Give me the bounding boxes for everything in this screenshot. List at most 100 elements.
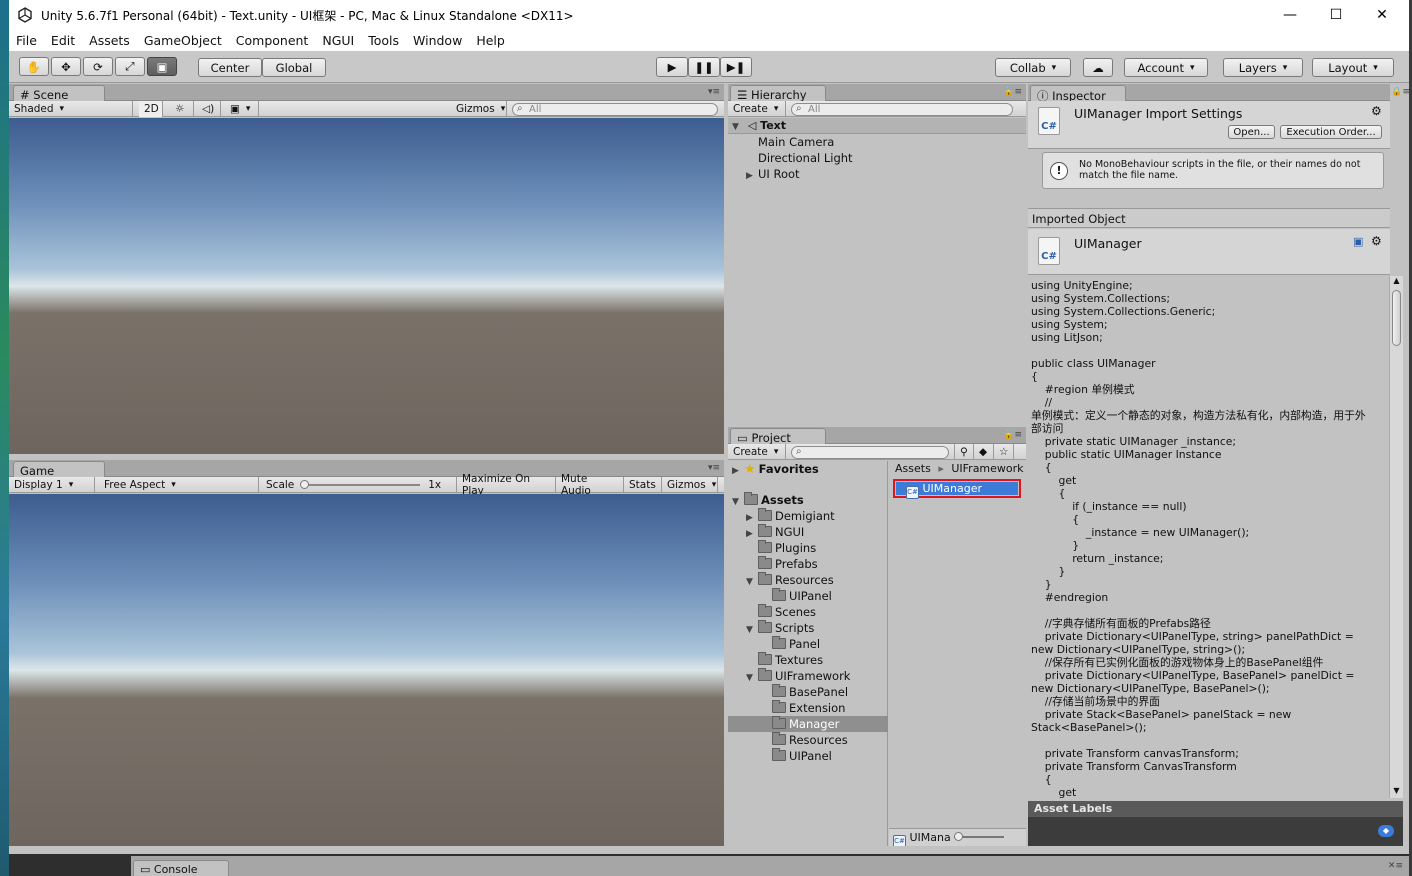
folder-item[interactable]: Panel [772, 636, 820, 652]
tab-console[interactable]: ▭ Console [133, 860, 229, 876]
pivot-center-button[interactable]: Center [198, 58, 262, 77]
expand-arrow-icon[interactable]: ▶ [746, 168, 758, 184]
audio-toggle[interactable]: ◁) [197, 101, 221, 117]
pause-button[interactable]: ❚❚ [688, 57, 720, 77]
aspect-dropdown[interactable]: Free Aspect [99, 477, 259, 493]
folder-item[interactable]: Extension [772, 700, 845, 716]
folder-item[interactable]: Scenes [746, 604, 816, 620]
pivot-global-button[interactable]: Global [262, 58, 326, 77]
scene-header[interactable]: ▼ ◁ Text [728, 118, 1026, 134]
folder-item[interactable]: ▼ UIFramework [746, 668, 850, 684]
scroll-thumb[interactable] [1392, 290, 1401, 346]
folder-item-selected[interactable]: Manager [728, 716, 888, 732]
hierarchy-search-input[interactable]: All [791, 103, 1013, 116]
assets-header[interactable]: ▼ Assets [732, 492, 804, 508]
breadcrumb-uiframework[interactable]: UIFramework [951, 462, 1023, 475]
maximize-button[interactable]: ☐ [1313, 0, 1359, 30]
effects-dropdown[interactable]: ▣ [225, 101, 259, 117]
tab-hierarchy[interactable]: ☰ Hierarchy [730, 85, 826, 102]
folder-item[interactable]: BasePanel [772, 684, 848, 700]
shading-mode-dropdown[interactable]: Shaded [9, 101, 133, 117]
menu-file[interactable]: File [9, 33, 44, 48]
account-dropdown[interactable]: Account [1124, 58, 1208, 77]
folder-item[interactable]: ▶ Demigiant [746, 508, 835, 524]
tab-game[interactable]: Game [13, 461, 105, 478]
help-book-icon[interactable]: ▣ [1353, 235, 1363, 248]
panel-menu-icon[interactable]: ✕≡ [1388, 861, 1403, 871]
hierarchy-create-dropdown[interactable]: Create [728, 101, 786, 117]
2d-toggle[interactable]: 2D [139, 101, 163, 117]
menu-edit[interactable]: Edit [44, 33, 82, 48]
project-create-dropdown[interactable]: Create [728, 444, 786, 460]
gear-icon[interactable]: ⚙ [1371, 104, 1382, 118]
folder-item[interactable]: Plugins [746, 540, 816, 556]
gear-icon[interactable]: ⚙ [1371, 234, 1382, 248]
menu-gameobject[interactable]: GameObject [137, 33, 229, 48]
mute-audio-toggle[interactable]: Mute Audio [556, 473, 624, 497]
maximize-on-play-toggle[interactable]: Maximize On Play [457, 473, 556, 497]
menu-help[interactable]: Help [469, 33, 512, 48]
label-tag-icon[interactable]: ◆ [1378, 825, 1394, 837]
rect-tool-button[interactable]: ▣ [147, 57, 177, 76]
menu-tools[interactable]: Tools [361, 33, 406, 48]
file-item-selected[interactable]: C# UIManager [896, 482, 1018, 499]
folder-item[interactable]: Prefabs [746, 556, 818, 572]
cloud-button[interactable]: ☁ [1083, 58, 1113, 77]
execution-order-button[interactable]: Execution Order... [1280, 125, 1382, 139]
icon-size-slider[interactable] [954, 832, 1005, 841]
scale-tool-button[interactable]: ⤢ [115, 57, 145, 76]
lock-icon[interactable]: 🔒≡ [1003, 87, 1022, 97]
game-gizmos-dropdown[interactable]: Gizmos [662, 477, 718, 493]
menu-assets[interactable]: Assets [82, 33, 137, 48]
scene-gizmos-dropdown[interactable]: Gizmos [451, 101, 507, 117]
menu-ngui[interactable]: NGUI [315, 33, 361, 48]
folder-item[interactable]: UIPanel [772, 588, 832, 604]
scale-handle[interactable] [300, 480, 310, 489]
inspector-scrollbar[interactable]: ▲ ▼ [1389, 276, 1403, 798]
favorites-header[interactable]: ▶ ★ Favorites [732, 461, 819, 477]
hierarchy-item[interactable]: Main Camera [758, 134, 834, 150]
layers-dropdown[interactable]: Layers [1223, 58, 1303, 77]
hierarchy-item[interactable]: ▶ UI Root [746, 166, 800, 182]
scene-search-input[interactable]: All [512, 103, 718, 116]
filter-by-label-icon[interactable]: ◆ [974, 444, 994, 460]
layout-dropdown[interactable]: Layout [1312, 58, 1394, 77]
hierarchy-item[interactable]: Directional Light [758, 150, 853, 166]
collapse-arrow-icon[interactable]: ▼ [732, 119, 744, 135]
folder-item[interactable]: ▼ Scripts [746, 620, 814, 636]
collab-dropdown[interactable]: Collab [995, 58, 1071, 77]
scroll-up-icon[interactable]: ▲ [1390, 276, 1403, 288]
game-viewport[interactable] [9, 494, 724, 846]
project-search-input[interactable] [791, 446, 949, 459]
stats-toggle[interactable]: Stats [624, 477, 662, 493]
scale-slider[interactable]: Scale 1x [261, 477, 457, 493]
minimize-button[interactable]: — [1267, 0, 1313, 30]
tab-inspector[interactable]: ⓘ Inspector [1030, 85, 1126, 103]
panel-menu-icon[interactable]: ▾≡ [708, 87, 720, 97]
scroll-down-icon[interactable]: ▼ [1390, 786, 1403, 798]
rotate-tool-button[interactable]: ⟳ [83, 57, 113, 76]
step-button[interactable]: ▶❚ [720, 57, 752, 77]
folder-item[interactable]: ▼ Resources [746, 572, 834, 588]
scene-viewport[interactable] [9, 118, 724, 454]
folder-item[interactable]: ▶ NGUI [746, 524, 804, 540]
breadcrumb-assets[interactable]: Assets [895, 462, 931, 475]
close-button[interactable]: ✕ [1359, 0, 1405, 30]
play-button[interactable]: ▶ [656, 57, 688, 77]
panel-menu-icon[interactable]: ▾≡ [708, 463, 720, 473]
tab-project[interactable]: ▭ Project [730, 428, 826, 445]
lighting-toggle[interactable]: ☼ [170, 101, 194, 117]
hand-tool-button[interactable]: ✋ [19, 57, 49, 76]
lock-icon[interactable]: 🔒≡ [1391, 87, 1410, 97]
folder-item[interactable]: Resources [772, 732, 848, 748]
lock-icon[interactable]: 🔒≡ [1003, 430, 1022, 440]
tab-scene[interactable]: # Scene [13, 85, 105, 102]
folder-item[interactable]: UIPanel [772, 748, 832, 764]
menu-component[interactable]: Component [229, 33, 316, 48]
folder-item[interactable]: Textures [746, 652, 823, 668]
favorite-star-icon[interactable]: ☆ [994, 444, 1014, 460]
display-dropdown[interactable]: Display 1 [9, 477, 95, 493]
move-tool-button[interactable]: ✥ [51, 57, 81, 76]
open-button[interactable]: Open... [1228, 125, 1275, 139]
menu-window[interactable]: Window [406, 33, 469, 48]
